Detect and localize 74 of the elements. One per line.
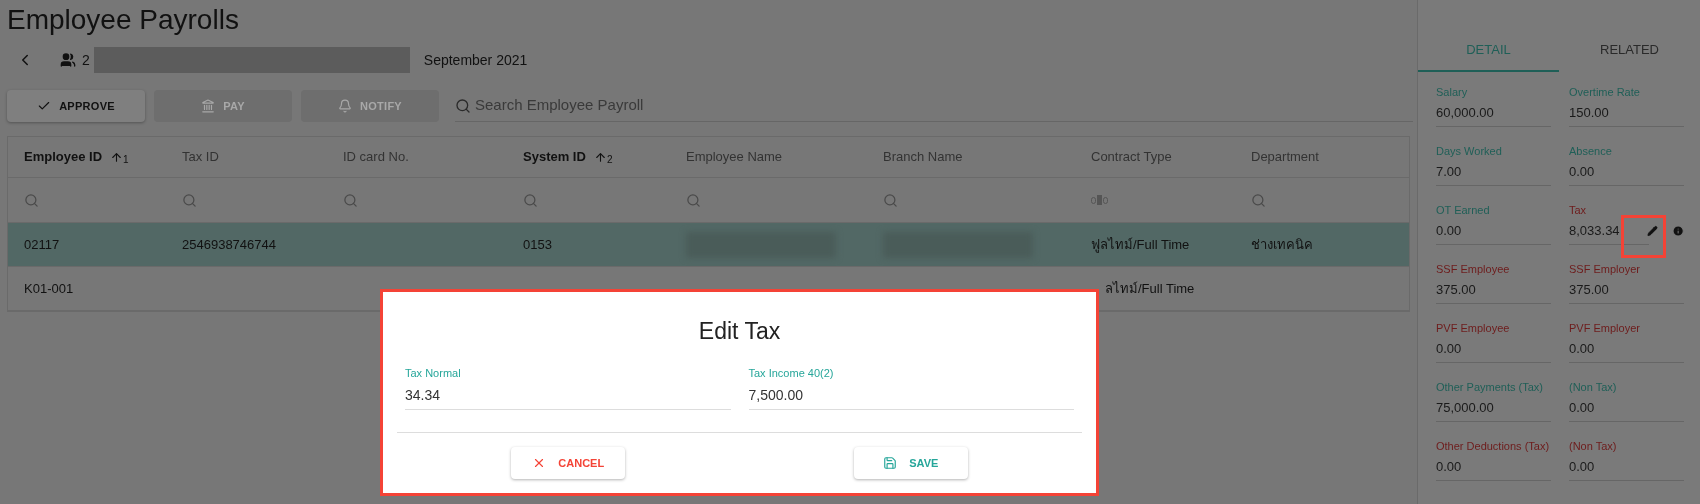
table-cell-text: ฟูลไทม์/Full Time bbox=[1091, 235, 1190, 255]
field-value: 0.00 bbox=[1569, 163, 1684, 186]
field-label: SSF Employee bbox=[1436, 262, 1511, 276]
highlight-box bbox=[1621, 215, 1666, 258]
search-icon bbox=[455, 97, 471, 114]
table-cell-text: ลไทม์/Full Time bbox=[1105, 279, 1195, 298]
check-icon bbox=[37, 99, 52, 113]
period-label: September 2021 bbox=[423, 50, 528, 70]
filter-search-icon[interactable] bbox=[523, 192, 538, 208]
filter-search-icon[interactable] bbox=[343, 192, 358, 208]
table-cell-text: 02117 bbox=[24, 235, 60, 254]
field-label: OT Earned bbox=[1436, 203, 1491, 217]
column-header[interactable]: Tax ID bbox=[182, 147, 219, 167]
filter-search-icon[interactable] bbox=[1251, 192, 1266, 208]
field-value: 0.00 bbox=[1569, 399, 1684, 422]
cancel-button[interactable]: CANCEL bbox=[511, 447, 626, 479]
field-value: 0.00 bbox=[1436, 340, 1551, 363]
panel-tab[interactable]: RELATED bbox=[1559, 30, 1700, 72]
table-cell-text: ช่างเทคนิค bbox=[1251, 235, 1313, 254]
filter-search-icon[interactable] bbox=[182, 192, 197, 208]
field-label: PVF Employer bbox=[1569, 321, 1641, 335]
field-label: Tax Normal bbox=[405, 365, 462, 381]
filter-search-icon[interactable] bbox=[883, 192, 898, 208]
input-field[interactable]: 7,500.00 bbox=[748, 385, 1074, 410]
column-header[interactable]: Employee Name bbox=[686, 147, 783, 167]
search-field[interactable]: Search Employee Payroll bbox=[475, 94, 1413, 117]
people-icon bbox=[60, 52, 76, 68]
field-value: 60,000.00 bbox=[1436, 104, 1551, 127]
field-value: 375.00 bbox=[1436, 281, 1551, 304]
table-row[interactable]: 02117 2546938746744 0153 ฟูลไทม์/Full Time ช่างเทคนิค bbox=[8, 223, 1409, 267]
sort-arrow-icon bbox=[110, 150, 124, 164]
text-filter-icon[interactable] bbox=[1091, 194, 1109, 206]
field-label: Tax Income 40(2) bbox=[748, 365, 835, 381]
field-label: (Non Tax) bbox=[1569, 439, 1618, 453]
bell-icon bbox=[338, 99, 352, 113]
column-header[interactable]: Contract Type bbox=[1091, 147, 1172, 167]
dialog-title: Edit Tax bbox=[697, 317, 782, 346]
sort-arrow-icon bbox=[593, 150, 607, 164]
field-value: 75,000.00 bbox=[1436, 399, 1551, 422]
field-label: Absence bbox=[1569, 144, 1613, 158]
input-field[interactable]: 34.34 bbox=[405, 385, 731, 410]
field-label: Other Payments (Tax) bbox=[1436, 380, 1544, 394]
field-label: SSF Employer bbox=[1569, 262, 1641, 276]
field-value: 0.00 bbox=[1436, 222, 1551, 245]
field-label: Days Worked bbox=[1436, 144, 1503, 158]
field-value: 0.00 bbox=[1436, 458, 1551, 481]
table-cell-text: K01-001 bbox=[24, 279, 74, 298]
edit-icon[interactable] bbox=[1646, 223, 1658, 239]
toolbar-button[interactable]: APPROVE bbox=[7, 90, 145, 122]
field-value: 7.00 bbox=[1436, 163, 1551, 186]
field-label: Other Deductions (Tax) bbox=[1436, 439, 1551, 453]
field-label: Salary bbox=[1436, 85, 1469, 99]
panel-tab[interactable]: DETAIL bbox=[1418, 30, 1559, 72]
field-label: Tax bbox=[1569, 203, 1588, 217]
save-icon bbox=[883, 456, 898, 470]
column-header[interactable]: Department bbox=[1251, 147, 1319, 167]
table-cell-text: 2546938746744 bbox=[182, 235, 276, 254]
field-label: Overtime Rate bbox=[1569, 85, 1641, 99]
field-value: 375.00 bbox=[1569, 281, 1684, 304]
field-label: PVF Employee bbox=[1436, 321, 1511, 335]
filter-search-icon[interactable] bbox=[686, 192, 701, 208]
field-value: 0.00 bbox=[1569, 458, 1684, 481]
employee-count: 2 bbox=[82, 50, 90, 70]
save-button[interactable]: SAVE bbox=[853, 447, 968, 479]
page-title: Employee Payrolls bbox=[6, 3, 240, 37]
field-value: 0.00 bbox=[1569, 340, 1684, 363]
field-value: 8,033.34 bbox=[1569, 222, 1649, 245]
column-header[interactable]: ID card No. bbox=[343, 147, 409, 167]
filter-search-icon[interactable] bbox=[24, 192, 39, 208]
bank-icon bbox=[201, 99, 216, 113]
field-label: (Non Tax) bbox=[1569, 380, 1618, 394]
table-cell-text: 0153 bbox=[523, 235, 552, 254]
column-header[interactable]: Branch Name bbox=[883, 147, 963, 167]
field-value: 150.00 bbox=[1569, 104, 1684, 127]
